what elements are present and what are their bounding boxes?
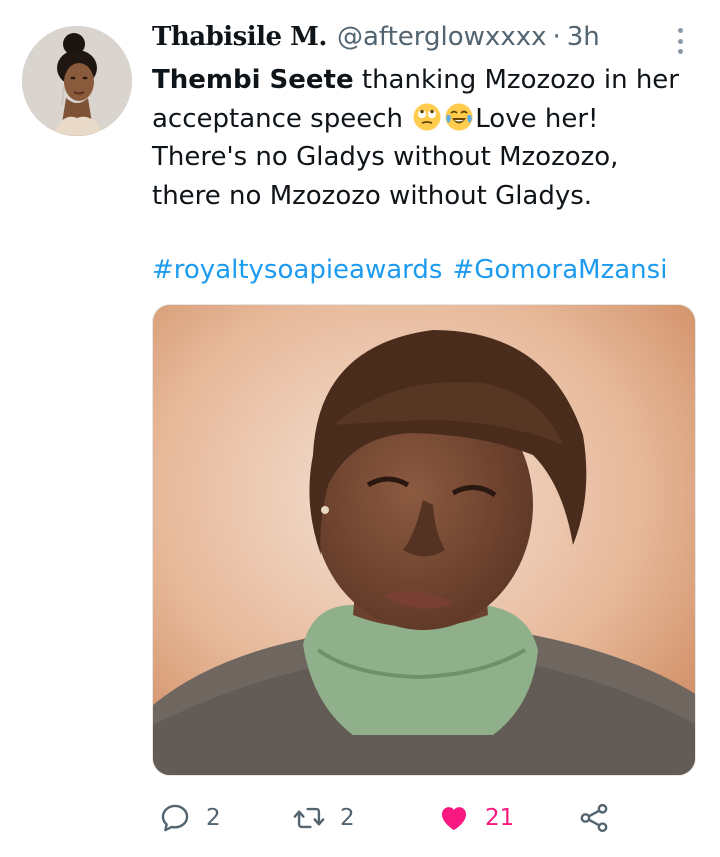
avatar-image xyxy=(22,26,132,136)
hashtags: #royaltysoapieawards #GomoraMzansi xyxy=(152,255,677,285)
hashtag-link[interactable]: #royaltysoapieawards xyxy=(152,255,442,285)
reply-icon xyxy=(161,804,189,832)
reply-button[interactable]: 2 xyxy=(158,796,221,840)
hashtag-link[interactable]: #GomoraMzansi xyxy=(452,255,667,285)
tweet-line-1: Thembi Seete thanking Mzozozo in her xyxy=(152,61,692,100)
tweet-line-1-rest: thanking Mzozozo in her xyxy=(353,65,679,95)
tweet[interactable]: Thabisile M. @afterglowxxxx · 3h Thembi … xyxy=(0,0,720,857)
separator-dot: · xyxy=(552,22,561,52)
user-handle[interactable]: @afterglowxxxx xyxy=(337,22,547,52)
tweet-photo[interactable] xyxy=(152,304,696,776)
face-with-rolling-eyes-emoji xyxy=(413,103,441,130)
tweet-line-2-start: acceptance speech xyxy=(152,103,412,134)
loudly-crying-laughing-emoji xyxy=(445,103,473,130)
photo-of-woman xyxy=(153,305,695,775)
tweet-text: Thembi Seete thanking Mzozozo in her acc… xyxy=(152,61,692,215)
like-button[interactable]: 21 xyxy=(437,796,514,840)
share-icon xyxy=(580,803,608,833)
retweet-icon xyxy=(293,807,325,829)
tweet-line-2: acceptance speech Love her! xyxy=(152,100,692,139)
display-name[interactable]: Thabisile M. xyxy=(152,22,327,52)
timestamp[interactable]: 3h xyxy=(567,22,600,52)
tweet-line-3: There's no Gladys without Mzozozo, xyxy=(152,142,619,172)
mentioned-name: Thembi Seete xyxy=(152,65,354,95)
avatar[interactable] xyxy=(22,26,132,136)
tweet-header: Thabisile M. @afterglowxxxx · 3h xyxy=(152,22,660,62)
tweet-line-4: there no Mzozozo without Gladys. xyxy=(152,180,593,211)
reply-count: 2 xyxy=(206,805,221,831)
tweet-actions: 2 2 21 xyxy=(152,796,622,840)
retweet-count: 2 xyxy=(340,805,355,831)
like-count: 21 xyxy=(485,805,515,831)
retweet-button[interactable]: 2 xyxy=(292,796,355,840)
share-button[interactable] xyxy=(577,796,611,840)
heart-icon xyxy=(441,807,467,831)
tweet-line-2-end: Love her! xyxy=(475,103,599,134)
more-options-icon[interactable] xyxy=(670,24,690,58)
